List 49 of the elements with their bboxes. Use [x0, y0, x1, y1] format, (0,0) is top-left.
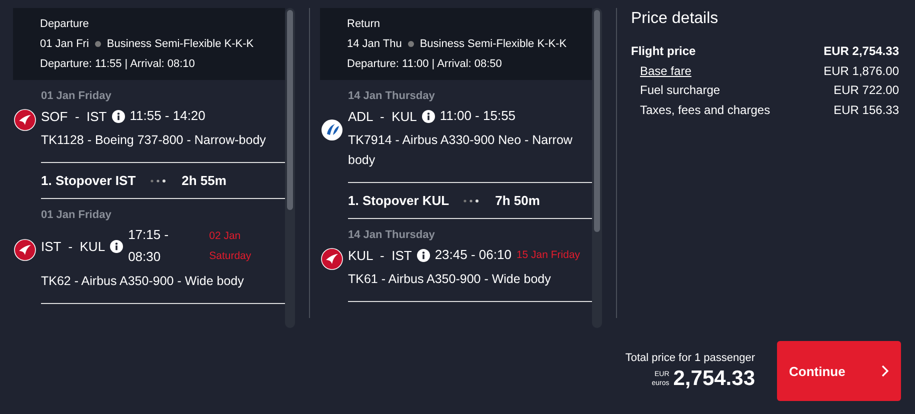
price-label: Fuel surcharge — [640, 83, 720, 97]
journey-title: Return — [347, 17, 382, 32]
route: KUL - IST — [348, 248, 412, 262]
info-icon[interactable] — [416, 248, 430, 262]
continue-button[interactable]: Continue — [777, 341, 901, 401]
price-amount: EUR 2,754.33 — [824, 43, 899, 60]
arrival-date: 15 Jan Friday — [516, 248, 580, 263]
flight-times: 17:15 - 08:30 — [128, 226, 170, 266]
chevron-icon — [881, 365, 889, 377]
stopover-duration: 2h 55m — [182, 173, 226, 188]
info-icon[interactable] — [110, 240, 124, 252]
stopover-duration: 7h 50m — [495, 193, 540, 208]
stopover-label: 1. Stopover KUL — [348, 193, 450, 208]
flight-times: 11:55 - 14:20 — [130, 107, 206, 125]
flight-details: TK61 - Airbus A350-900 - Wide body — [348, 271, 552, 288]
scrollbar[interactable] — [285, 8, 295, 328]
flight-details: TK7914 - Airbus A330-900 Neo - Narrow body — [348, 132, 574, 169]
price-label: Flight price — [631, 44, 696, 58]
dots-icon — [463, 198, 482, 202]
flight-date: 01 Jan Friday — [41, 209, 112, 221]
price-amount: EUR 1,876.00 — [824, 62, 899, 80]
flight-details: TK62 - Airbus A350-900 - Wide body — [41, 273, 245, 290]
flight-date: 14 Jan Thursday — [348, 229, 436, 241]
journey-title: Departure — [40, 17, 90, 32]
flight-times: 11:00 - 15:55 — [440, 107, 516, 125]
flight-date: 01 Jan Friday — [41, 90, 112, 102]
route: SOF - IST — [41, 108, 107, 124]
price-label: Taxes, fees and charges — [640, 102, 770, 116]
route: IST - KUL — [41, 238, 106, 254]
dots-icon — [150, 178, 168, 182]
arrival-date: 02 Jan Saturday — [209, 229, 252, 264]
fare-line: 01 Jan Fri Business Semi-Flexible K-K-K — [40, 37, 255, 52]
base-fare-link[interactable]: Base fare — [640, 64, 692, 78]
route: ADL - KUL — [348, 108, 417, 124]
stopover-label: 1. Stopover IST — [41, 173, 136, 188]
total-label: Total price for 1 passenger — [625, 352, 755, 364]
fare-line: 14 Jan Thu Business Semi-Flexible K-K-K — [347, 37, 568, 52]
total-price: 2,754.33 — [673, 366, 755, 390]
flight-details: TK1128 - Boeing 737-800 - Narrow-body — [41, 132, 267, 149]
price-amount: EUR 156.33 — [834, 102, 899, 118]
price-details-title: Price details — [631, 10, 720, 28]
flight-times: 23:45 - 06:10 — [434, 246, 512, 264]
info-icon[interactable] — [422, 110, 435, 122]
journey-times: Departure: 11:00 | Arrival: 08:50 — [347, 57, 503, 72]
info-icon[interactable] — [112, 110, 125, 122]
scrollbar[interactable] — [592, 8, 602, 328]
journey-times: Departure: 11:55 | Arrival: 08:10 — [40, 57, 196, 72]
flight-date: 14 Jan Thursday — [348, 90, 436, 102]
price-amount: EUR 722.00 — [834, 82, 899, 99]
